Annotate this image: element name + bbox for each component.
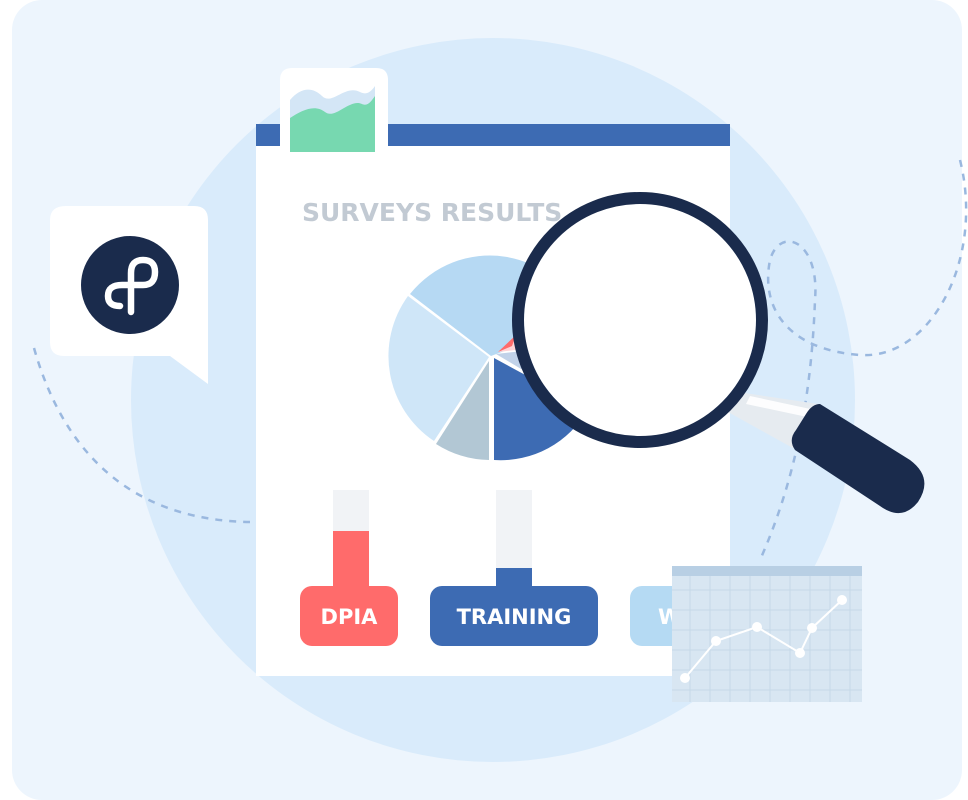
logo-bubble [50, 206, 208, 384]
dpia-bar-fill [333, 531, 369, 590]
survey-illustration: SURVEYS RESULTS DPIA TRAINING W [32, 38, 968, 762]
illustration-stage: SURVEYS RESULTS DPIA TRAINING W [0, 0, 968, 800]
training-tag-label: TRAINING [457, 605, 572, 629]
dpia-tag-label: DPIA [321, 605, 379, 629]
report-title: SURVEYS RESULTS [302, 198, 562, 227]
logo-icon [81, 236, 179, 334]
line-chart-icon [672, 566, 862, 702]
